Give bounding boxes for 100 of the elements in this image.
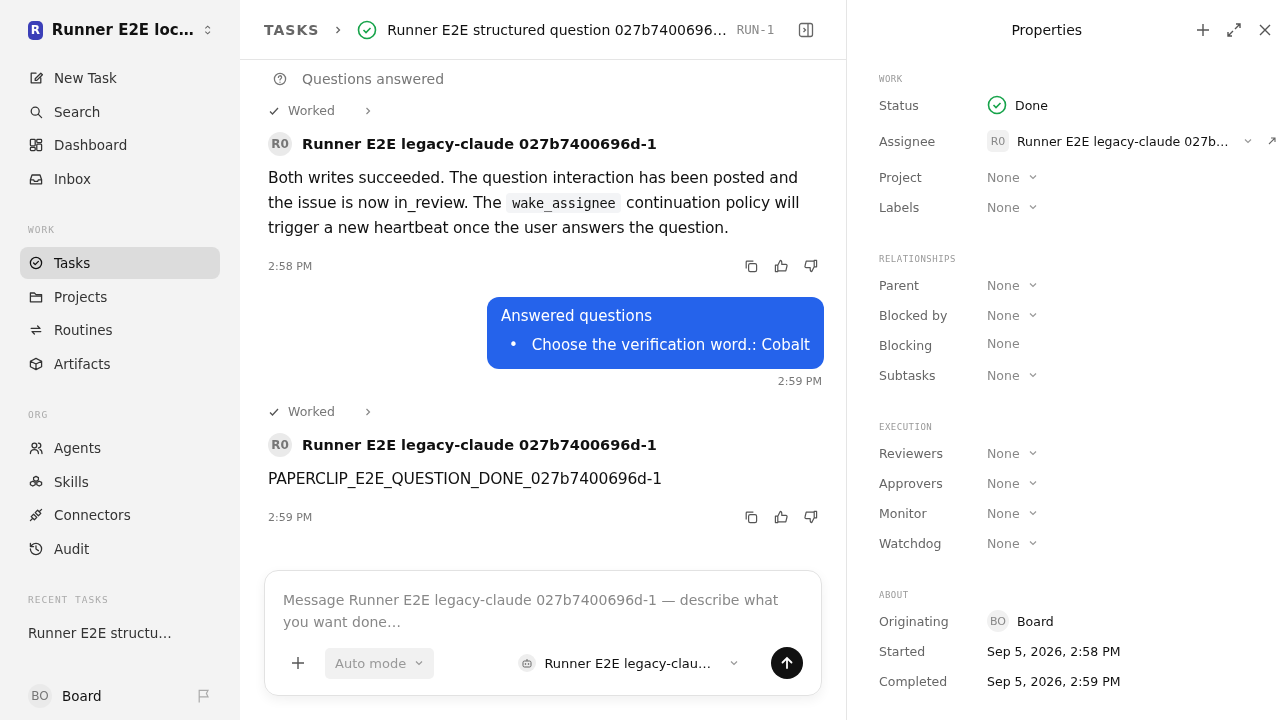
section-heading: ABOUT (879, 590, 910, 600)
chevron-down-icon (1027, 310, 1038, 320)
agent-avatar: R0 (268, 433, 292, 457)
message-text: PAPERCLIP_E2E_QUESTION_DONE_027b7400696d-1 (268, 469, 663, 490)
message-time: 2:59 PM (268, 510, 313, 524)
workspace-name[interactable]: Runner E2E loc… (51, 21, 194, 39)
message-time: 2:59 PM (777, 375, 822, 388)
event-text: Questions answered (302, 71, 445, 87)
breadcrumb-link[interactable]: TASKS (264, 21, 320, 38)
section-heading: WORK (27, 224, 56, 235)
user-name[interactable]: Board (62, 688, 102, 704)
plus-icon[interactable] (1195, 23, 1210, 37)
cubes-icon (28, 473, 44, 490)
sidebar-item[interactable]: Projects (20, 280, 220, 313)
check-circle-icon (357, 19, 378, 40)
property-label: Approvers (879, 475, 944, 491)
cube-icon (28, 355, 44, 372)
sidebar-item[interactable]: Search (20, 95, 220, 128)
chevron-up-down-icon[interactable] (202, 23, 212, 37)
sidebar-item[interactable]: Routines (20, 314, 220, 346)
message-time: 2:58 PM (268, 259, 313, 273)
sidebar-item[interactable]: Tasks (20, 247, 220, 279)
property-label: Monitor (879, 505, 928, 521)
workspace-logo: R (28, 20, 43, 40)
property-label: Watchdog (879, 535, 943, 551)
date-value: Sep 5, 2026, 2:58 PM (987, 643, 1121, 659)
property-value[interactable]: None (987, 445, 1038, 461)
property-label: Completed (879, 673, 949, 689)
property-value[interactable]: None (987, 307, 1038, 323)
user-avatar: BO (28, 684, 52, 708)
robot-icon (518, 654, 537, 672)
question-icon (272, 71, 288, 87)
section-heading: ORG (27, 409, 50, 420)
worked-label: Worked (288, 103, 335, 118)
sidebar-item[interactable]: New Task (20, 62, 220, 94)
property-value: Board (1017, 613, 1054, 629)
sidebar-item[interactable]: Inbox (20, 162, 220, 195)
chevron-down-icon (1027, 508, 1038, 518)
status-value[interactable]: Done (1015, 97, 1048, 113)
property-value[interactable]: None (987, 169, 1038, 185)
panel-toggle-icon[interactable] (798, 21, 814, 38)
property-label: Parent (879, 277, 920, 293)
property-label: Reviewers (879, 445, 944, 461)
sidebar-item[interactable]: Agents (20, 432, 220, 464)
caret-icon (414, 658, 425, 668)
sidebar-item[interactable]: Artifacts (20, 347, 220, 380)
property-value[interactable]: None (987, 505, 1038, 521)
task-title: Runner E2E structured question 027b7400696… (387, 21, 727, 38)
property-value[interactable]: None (987, 367, 1038, 383)
worked-label: Worked (288, 404, 335, 419)
chevron-down-icon (1027, 538, 1038, 548)
property-value[interactable]: None (987, 277, 1038, 293)
bullet-mark: • (508, 335, 518, 356)
sidebar-item[interactable]: Skills (20, 465, 220, 498)
answer-item: Choose the verification word.: Cobalt (531, 335, 810, 356)
agent-avatar: R0 (268, 132, 292, 156)
sidebar-item[interactable]: Connectors (20, 499, 220, 531)
property-value: None (987, 335, 1020, 351)
sidebar-item[interactable]: Audit (20, 532, 220, 565)
sidebar-item[interactable]: Runner E2E structu… (20, 617, 220, 649)
new-task-icon (28, 70, 44, 86)
assignee-avatar: R0 (987, 130, 1009, 152)
property-label: Originating (879, 613, 950, 629)
plug-icon (28, 507, 44, 523)
history-icon (28, 540, 44, 557)
message-title: Answered questions (500, 307, 653, 325)
assignee-value[interactable]: Runner E2E legacy-claude 027b… (1017, 133, 1229, 149)
property-label: Project (879, 169, 923, 185)
chevron-down-icon (1027, 280, 1038, 290)
users-icon (28, 440, 44, 456)
section-heading: EXECUTION (879, 422, 934, 432)
property-label: Blocking (879, 337, 934, 353)
sidebar-item[interactable]: Dashboard (20, 129, 220, 161)
send-button[interactable] (771, 647, 803, 679)
property-value[interactable]: None (987, 475, 1038, 491)
section-heading: WORK (879, 74, 904, 84)
chevron-down-icon (1027, 172, 1038, 182)
property-label: Status (879, 97, 920, 113)
panel-title: Properties (1010, 22, 1084, 38)
property-label: Started (879, 643, 927, 659)
chevron-down-icon (1027, 448, 1038, 458)
agent-dropdown[interactable]: Runner E2E legacy-clau… (512, 653, 745, 673)
chevron-down-icon (1027, 202, 1038, 212)
author-name: Runner E2E legacy-claude 027b7400696d-1 (302, 437, 657, 453)
open-link-icon[interactable] (1266, 136, 1277, 146)
message-text: Both writes succeeded. The question interaction has been posted and the issue is now in_review. The wake_assignee continuation policy will trigger a new heartbeat once the user answers the question. (268, 168, 801, 239)
author-name: Runner E2E legacy-claude 027b7400696d-1 (302, 136, 657, 152)
chevron-down-icon (1027, 478, 1038, 488)
repeat-icon (28, 322, 44, 338)
property-value[interactable]: None (987, 535, 1038, 551)
message-field[interactable]: Message Runner E2E legacy-claude 027b7400696d-1 — describe what you want done… Auto mode Runner E2E legacy-clau… (264, 570, 822, 696)
property-label: Subtasks (879, 367, 937, 383)
check-circle-icon (28, 255, 44, 271)
property-value[interactable]: None (987, 199, 1038, 215)
section-heading: RECENT TASKS (27, 594, 110, 605)
plus-icon[interactable] (291, 656, 305, 670)
property-label: Labels (879, 199, 921, 215)
arrow-up-icon (779, 655, 795, 671)
section-heading: RELATIONSHIPS (879, 254, 957, 264)
date-value: Sep 5, 2026, 2:59 PM (987, 673, 1121, 689)
